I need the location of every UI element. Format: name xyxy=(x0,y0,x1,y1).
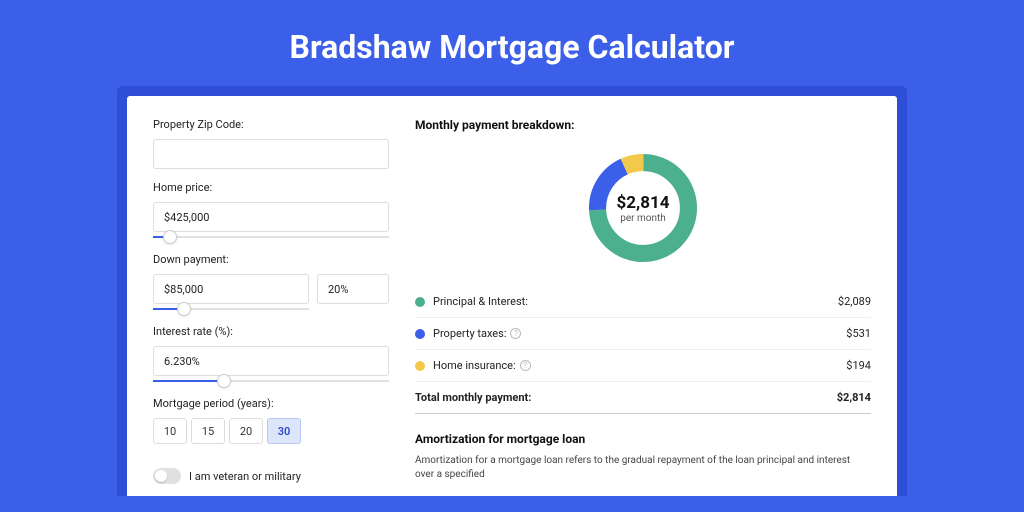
home-price-label: Home price: xyxy=(153,181,389,194)
calculator-panel: Property Zip Code: Home price: Down paym… xyxy=(127,96,897,496)
zip-label: Property Zip Code: xyxy=(153,118,389,131)
slider-thumb[interactable] xyxy=(177,302,191,316)
legend-dot xyxy=(415,329,425,339)
info-icon[interactable]: ? xyxy=(510,328,521,339)
legend-dot xyxy=(415,297,425,307)
breakdown-value: $2,089 xyxy=(838,295,871,308)
donut-amount: $2,814 xyxy=(617,193,670,213)
info-icon[interactable]: ? xyxy=(520,360,531,371)
breakdown-label: Property taxes:? xyxy=(433,327,846,340)
home-price-input[interactable] xyxy=(153,202,389,232)
period-row: 10152030 xyxy=(153,418,389,444)
zip-input[interactable] xyxy=(153,139,389,169)
breakdown-label: Principal & Interest: xyxy=(433,295,838,308)
donut-sub: per month xyxy=(620,213,666,224)
period-btn-10[interactable]: 10 xyxy=(153,418,187,444)
breakdown-title: Monthly payment breakdown: xyxy=(415,118,871,132)
slider-thumb[interactable] xyxy=(163,230,177,244)
breakdown-row: Principal & Interest:$2,089 xyxy=(415,286,871,318)
period-btn-30[interactable]: 30 xyxy=(267,418,301,444)
total-value: $2,814 xyxy=(837,391,871,404)
breakdown-value: $194 xyxy=(846,359,871,372)
breakdown-label: Home insurance:? xyxy=(433,359,846,372)
slider-thumb[interactable] xyxy=(217,374,231,388)
down-payment-pct-input[interactable] xyxy=(317,274,389,304)
breakdown-total-row: Total monthly payment:$2,814 xyxy=(415,382,871,414)
period-label: Mortgage period (years): xyxy=(153,397,389,410)
donut-chart: $2,814 per month xyxy=(583,148,703,268)
legend-dot xyxy=(415,361,425,371)
period-btn-15[interactable]: 15 xyxy=(191,418,225,444)
amort-text: Amortization for a mortgage loan refers … xyxy=(415,454,871,482)
form-column: Property Zip Code: Home price: Down paym… xyxy=(153,118,389,496)
breakdown-column: Monthly payment breakdown: $2,814 per mo… xyxy=(415,118,871,496)
panel-frame: Property Zip Code: Home price: Down paym… xyxy=(117,86,907,496)
interest-slider[interactable] xyxy=(153,375,389,387)
veteran-label: I am veteran or military xyxy=(189,470,301,483)
down-payment-slider[interactable] xyxy=(153,303,309,315)
veteran-toggle[interactable] xyxy=(153,468,181,484)
total-label: Total monthly payment: xyxy=(415,391,837,404)
period-btn-20[interactable]: 20 xyxy=(229,418,263,444)
interest-label: Interest rate (%): xyxy=(153,325,389,338)
breakdown-list: Principal & Interest:$2,089Property taxe… xyxy=(415,286,871,414)
breakdown-value: $531 xyxy=(846,327,871,340)
breakdown-row: Home insurance:?$194 xyxy=(415,350,871,382)
down-payment-label: Down payment: xyxy=(153,253,389,266)
breakdown-row: Property taxes:?$531 xyxy=(415,318,871,350)
amort-title: Amortization for mortgage loan xyxy=(415,432,871,446)
down-payment-input[interactable] xyxy=(153,274,309,304)
donut-chart-wrap: $2,814 per month xyxy=(415,138,871,278)
home-price-slider[interactable] xyxy=(153,231,389,243)
page-title: Bradshaw Mortgage Calculator xyxy=(290,28,735,66)
toggle-knob xyxy=(155,470,167,482)
interest-input[interactable] xyxy=(153,346,389,376)
